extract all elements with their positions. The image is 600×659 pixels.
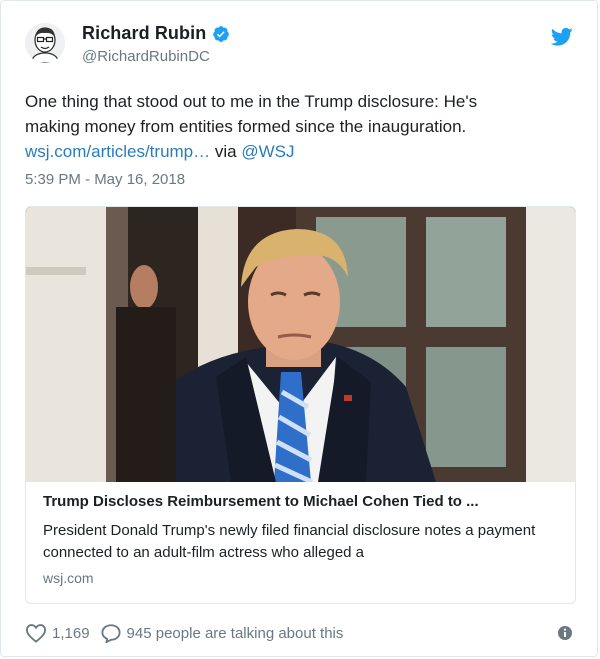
tweet-timestamp[interactable]: 5:39 PM - May 16, 2018 (25, 171, 185, 188)
card-domain: wsj.com (43, 570, 94, 586)
speech-bubble-icon (101, 624, 121, 643)
like-action[interactable]: 1,169 (25, 623, 90, 643)
like-count: 1,169 (52, 624, 90, 642)
author-handle[interactable]: @RichardRubinDC (82, 48, 230, 65)
mention-link[interactable]: @WSJ (241, 142, 294, 161)
tweet-header: Richard Rubin @RichardRubinDC (25, 23, 573, 71)
tweet-embed: Richard Rubin @RichardRubinDC One thing … (0, 0, 598, 657)
twitter-bird-icon[interactable] (551, 27, 573, 47)
article-link[interactable]: wsj.com/articles/trump… (25, 142, 210, 161)
card-title[interactable]: Trump Discloses Reimbursement to Michael… (43, 493, 559, 510)
reply-action[interactable]: 945 people are talking about this (100, 623, 344, 643)
card-image[interactable] (26, 207, 575, 482)
tweet-actions: 1,169 945 people are talking about this (25, 623, 573, 643)
author-name[interactable]: Richard Rubin (82, 23, 206, 44)
via-label: via (214, 142, 237, 161)
verified-badge-icon (213, 25, 230, 42)
card-body: Trump Discloses Reimbursement to Michael… (43, 489, 559, 586)
card-description: President Donald Trump's newly filed fin… (43, 522, 536, 561)
info-icon[interactable] (557, 625, 573, 641)
avatar[interactable] (25, 23, 65, 63)
author-block: Richard Rubin @RichardRubinDC (82, 23, 230, 65)
tweet-text-line: One thing that stood out to me in the Tr… (25, 92, 478, 111)
tweet-text: One thing that stood out to me in the Tr… (25, 89, 527, 164)
heart-icon (25, 624, 47, 643)
link-card[interactable]: Trump Discloses Reimbursement to Michael… (25, 206, 576, 604)
tweet-text-line: making money from entities formed since … (25, 117, 467, 136)
talking-count: 945 people are talking about this (126, 624, 344, 642)
